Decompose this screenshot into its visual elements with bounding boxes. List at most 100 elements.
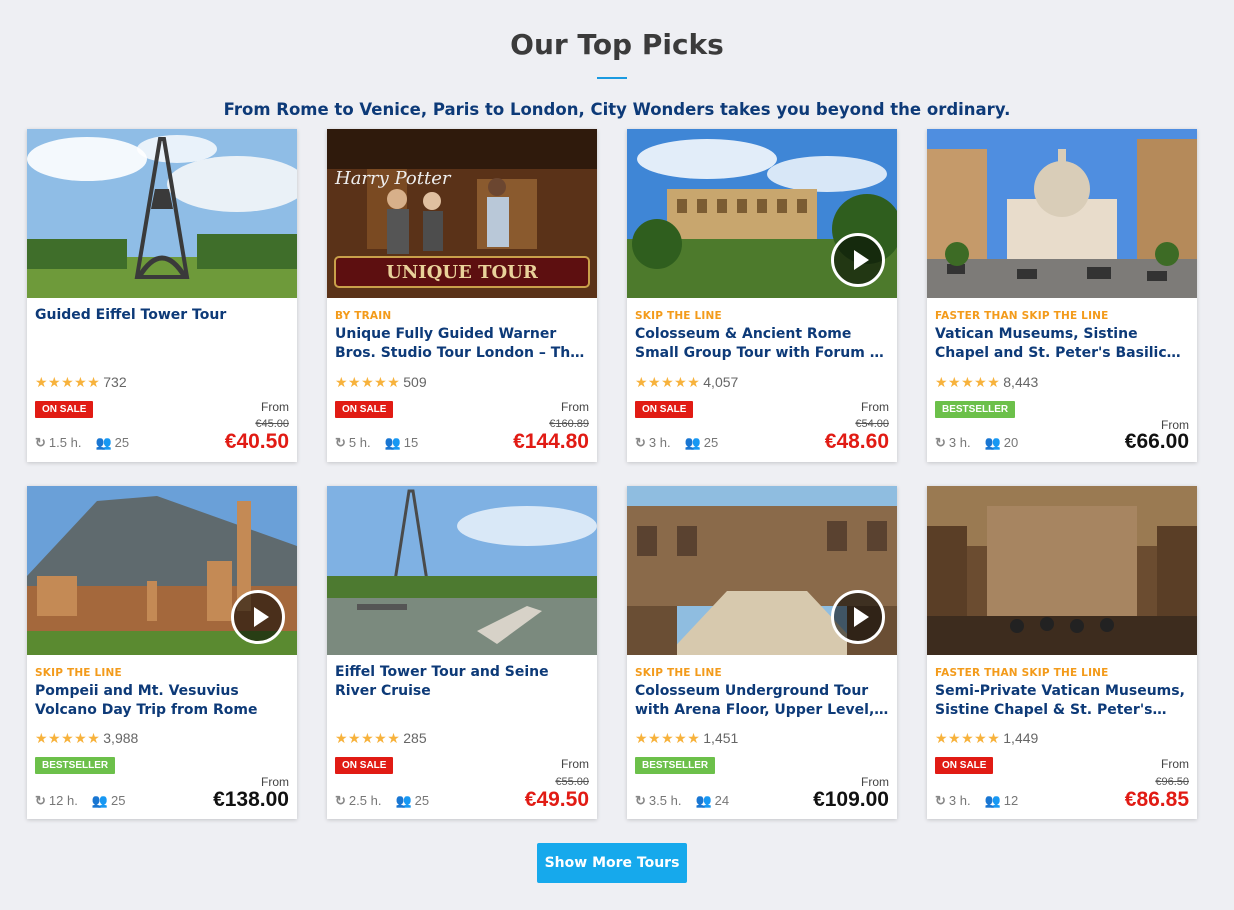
rating: ★★★★★ 1,451 <box>635 730 738 747</box>
show-more-tours-button[interactable]: Show More Tours <box>537 843 687 883</box>
group-icon: 👥 <box>684 435 701 450</box>
play-icon[interactable] <box>831 590 885 644</box>
bestseller-badge: BESTSELLER <box>35 757 116 774</box>
title-underline <box>597 77 627 79</box>
price: €48.60 <box>824 430 889 453</box>
stars-icon: ★★★★★ <box>335 730 401 746</box>
group-icon: 👥 <box>984 793 1001 808</box>
tour-title[interactable]: Colosseum & Ancient Rome Small Group Tou… <box>635 325 889 363</box>
duration: 3 h. <box>648 435 671 450</box>
tour-title[interactable]: Colosseum Underground Tour with Arena Fl… <box>635 682 889 720</box>
tour-meta: ↻ 5 h. 👥 15 <box>335 435 418 451</box>
rating: ★★★★★ 1,449 <box>935 730 1038 747</box>
tour-meta: ↻ 12 h. 👥 25 <box>35 793 125 809</box>
from-label: From <box>861 400 889 414</box>
tour-card[interactable]: SKIP THE LINE Colosseum Underground Tour… <box>627 486 897 819</box>
tour-card[interactable]: SKIP THE LINE Colosseum & Ancient Rome S… <box>627 129 897 462</box>
clock-icon: ↻ <box>635 793 646 808</box>
review-count: 509 <box>403 374 427 390</box>
stars-icon: ★★★★★ <box>35 374 101 390</box>
price: €86.85 <box>1124 788 1189 811</box>
clock-icon: ↻ <box>635 435 646 450</box>
tour-card[interactable]: SKIP THE LINE Pompeii and Mt. Vesuvius V… <box>27 486 297 819</box>
on-sale-badge: ON SALE <box>35 401 94 418</box>
tour-meta: ↻ 3 h. 👥 25 <box>635 435 718 451</box>
duration: 1.5 h. <box>48 435 82 450</box>
page-subtitle: From Rome to Venice, Paris to London, Ci… <box>223 100 1011 119</box>
price: €66.00 <box>1124 430 1189 453</box>
rating: ★★★★★ 3,988 <box>35 730 138 747</box>
tour-tag: SKIP THE LINE <box>635 667 722 679</box>
on-sale-badge: ON SALE <box>935 757 994 774</box>
tour-image[interactable] <box>627 486 897 655</box>
review-count: 1,451 <box>703 730 739 746</box>
on-sale-badge: ON SALE <box>635 401 694 418</box>
play-icon[interactable] <box>831 233 885 287</box>
from-label: From <box>861 775 889 789</box>
tour-card[interactable]: FASTER THAN SKIP THE LINE Semi-Private V… <box>927 486 1197 819</box>
review-count: 4,057 <box>703 374 739 390</box>
tour-meta: ↻ 2.5 h. 👥 25 <box>335 793 429 809</box>
duration: 2.5 h. <box>348 793 382 808</box>
duration: 3.5 h. <box>648 793 682 808</box>
tour-card[interactable]: FASTER THAN SKIP THE LINE Vatican Museum… <box>927 129 1197 462</box>
from-label: From <box>261 400 289 414</box>
group-size: 24 <box>714 793 730 808</box>
tour-card[interactable]: UNIQUE TOUR Harry Potter BY TRAIN Unique… <box>327 129 597 462</box>
old-price: €45.00 <box>255 418 289 430</box>
old-price: €55.00 <box>555 776 589 788</box>
tour-card[interactable]: Guided Eiffel Tower Tour ★★★★★ 732 ON SAL… <box>27 129 297 462</box>
from-label: From <box>261 775 289 789</box>
duration: 3 h. <box>948 793 971 808</box>
tour-title[interactable]: Pompeii and Mt. Vesuvius Volcano Day Tri… <box>35 682 289 720</box>
review-count: 3,988 <box>103 730 139 746</box>
group-size: 25 <box>703 435 719 450</box>
tour-image[interactable]: UNIQUE TOUR Harry Potter <box>327 129 597 298</box>
group-size: 25 <box>111 793 126 808</box>
tour-tag: FASTER THAN SKIP THE LINE <box>935 667 1109 679</box>
group-size: 12 <box>1003 793 1019 808</box>
from-label: From <box>561 400 589 414</box>
tour-image[interactable] <box>927 129 1197 298</box>
price: €109.00 <box>813 788 889 811</box>
group-icon: 👥 <box>95 435 112 450</box>
bestseller-badge: BESTSELLER <box>935 401 1016 418</box>
tour-image[interactable] <box>627 129 897 298</box>
tour-tag: FASTER THAN SKIP THE LINE <box>935 310 1109 322</box>
tour-tag: SKIP THE LINE <box>35 667 122 679</box>
stars-icon: ★★★★★ <box>335 374 401 390</box>
tour-title[interactable]: Unique Fully Guided Warner Bros. Studio … <box>335 325 589 363</box>
tour-title[interactable]: Guided Eiffel Tower Tour <box>35 306 289 325</box>
tour-image[interactable] <box>927 486 1197 655</box>
stars-icon: ★★★★★ <box>35 730 101 746</box>
group-size: 25 <box>414 793 430 808</box>
tour-title[interactable]: Eiffel Tower Tour and Seine River Cruise <box>335 663 589 701</box>
group-icon: 👥 <box>395 793 412 808</box>
old-price: €96.50 <box>1155 776 1189 788</box>
tour-image[interactable] <box>327 486 597 655</box>
from-label: From <box>1161 757 1189 771</box>
tour-meta: ↻ 3 h. 👥 20 <box>935 435 1018 451</box>
tour-title[interactable]: Semi-Private Vatican Museums, Sistine Ch… <box>935 682 1189 720</box>
price: €144.80 <box>513 430 589 453</box>
clock-icon: ↻ <box>35 793 46 808</box>
tour-meta: ↻ 1.5 h. 👥 25 <box>35 435 129 451</box>
clock-icon: ↻ <box>335 435 346 450</box>
play-icon[interactable] <box>231 590 285 644</box>
tour-title[interactable]: Vatican Museums, Sistine Chapel and St. … <box>935 325 1189 363</box>
tour-image[interactable] <box>27 129 297 298</box>
on-sale-badge: ON SALE <box>335 757 394 774</box>
image-logo-text: Harry Potter <box>334 168 452 189</box>
tour-card[interactable]: Eiffel Tower Tour and Seine River Cruise… <box>327 486 597 819</box>
tour-image[interactable] <box>27 486 297 655</box>
old-price: €54.00 <box>855 418 889 430</box>
image-caption: UNIQUE TOUR <box>386 262 539 283</box>
group-size: 15 <box>403 435 419 450</box>
price: €40.50 <box>224 430 289 453</box>
tour-meta: ↻ 3.5 h. 👥 24 <box>635 793 729 809</box>
group-size: 25 <box>114 435 130 450</box>
review-count: 8,443 <box>1003 374 1039 390</box>
page-title: Our Top Picks <box>510 28 724 61</box>
duration: 5 h. <box>348 435 371 450</box>
duration: 3 h. <box>948 435 971 450</box>
